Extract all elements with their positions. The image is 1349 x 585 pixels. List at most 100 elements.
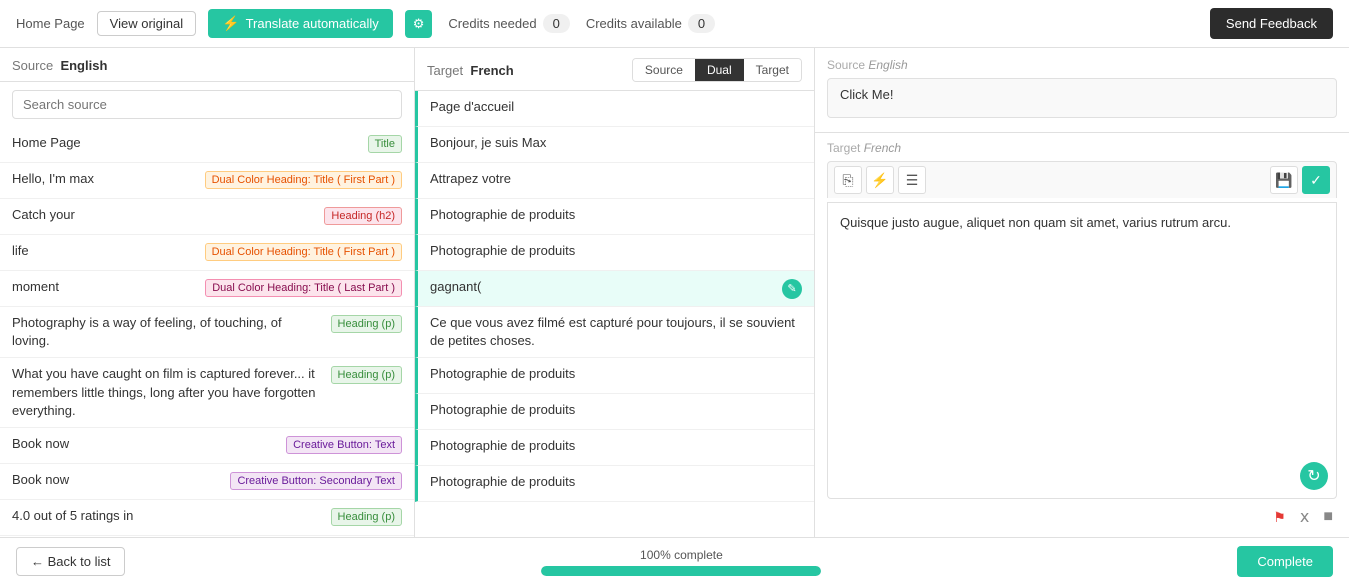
list-item[interactable]: MaxboomDual Color Heading: Title ( First… [0,536,414,537]
list-item[interactable]: Attrapez votre [415,163,814,199]
list-item[interactable]: moment Dual Color Heading: Title ( Last P… [0,271,414,307]
row-tag: Heading (p) [331,315,402,333]
list-item[interactable]: Photographie de produits [415,394,814,430]
row-tag: Dual Color Heading: Title ( First Part ) [205,243,402,261]
more-options-button[interactable]: ■ [1319,505,1337,529]
editor-source-label: Source English [827,58,1337,72]
complete-button[interactable]: Complete [1237,546,1333,577]
row-tag: Heading (h2) [324,207,402,225]
row-text: Catch your [12,206,316,224]
row-text: Home Page [12,134,360,152]
editor-content: Quisque justo augue, aliquet non quam si… [840,215,1231,230]
editor-target-label: Target French [827,133,1337,155]
save-editor-button[interactable]: 💾 [1270,166,1298,194]
list-item[interactable]: Book now Creative Button: Text [0,428,414,464]
list-item[interactable]: What you have caught on film is captured… [0,358,414,428]
send-feedback-button[interactable]: Send Feedback [1210,8,1333,39]
toolbar-left-group: ⎘ ⚡ ☰ [834,166,926,194]
list-item[interactable]: Photography is a way of feeling, of touc… [0,307,414,358]
search-input[interactable] [12,90,402,119]
source-panel-header: Source English [0,48,414,82]
list-item[interactable]: Page d'accueil [415,91,814,127]
list-item[interactable]: life Dual Color Heading: Title ( First Pa… [0,235,414,271]
row-tag: Heading (p) [331,366,402,384]
editor-toolbar: ⎘ ⚡ ☰ 💾 ✓ [827,161,1337,198]
bolt-icon: ⚡ [222,15,239,32]
row-tag: Heading (p) [331,508,402,526]
mid-row-text: Photographie de produits [430,365,802,383]
bolt-translate-button[interactable]: ⚡ [866,166,894,194]
mid-row-text: Ce que vous avez filmé est capturé pour … [430,314,802,350]
row-text: life [12,242,197,260]
toolbar-right-group: 💾 ✓ [1270,166,1330,194]
list-item[interactable]: Hello, I'm maxDual Color Heading: Title … [0,163,414,199]
edit-icon: ✎ [782,279,802,299]
target-panel-title: Target French [427,63,514,78]
mid-row-text: gagnant( [430,278,778,296]
refresh-button[interactable]: ↻ [1300,462,1328,490]
list-item[interactable]: Photographie de produits [415,199,814,235]
list-item[interactable]: Photographie de produits [415,358,814,394]
progress-bar-wrap [541,566,821,576]
target-panel-header: Target French Source Dual Target [415,48,814,91]
bottom-bar: ← Back to list 100% complete Complete [0,537,1349,585]
home-page-label: Home Page [16,16,85,31]
credits-available-section: Credits available 0 [586,14,715,33]
row-text: Book now [12,471,222,489]
list-button[interactable]: ☰ [898,166,926,194]
progress-bar-fill [541,566,821,576]
list-item[interactable]: gagnant(✎ [415,271,814,307]
list-item[interactable]: Photographie de produits [415,430,814,466]
list-item[interactable]: Ce que vous avez filmé est capturé pour … [415,307,814,358]
mid-row-text: Photographie de produits [430,473,802,491]
copy-button[interactable]: ⎘ [834,166,862,194]
main-layout: Source English Home Page Title Hello, I'm … [0,48,1349,537]
list-item[interactable]: Home Page Title [0,127,414,163]
row-tag: Dual Color Heading: Title ( First Part ) [205,171,402,189]
list-item[interactable]: Photographie de produits [415,466,814,502]
mid-row-text: Bonjour, je suis Max [430,134,802,152]
list-item[interactable]: Catch your Heading (h2) [0,199,414,235]
target-panel: Target French Source Dual Target Page d'… [415,48,815,537]
credits-needed-value: 0 [543,14,570,33]
back-to-list-button[interactable]: ← Back to list [16,547,125,576]
editor-footer-toolbar: ⚑ ⅹ ■ [827,499,1337,529]
confirm-editor-button[interactable]: ✓ [1302,166,1330,194]
flag-button[interactable]: ⚑ [1269,505,1290,529]
row-text: Book now [12,435,278,453]
progress-label: 100% complete [640,548,723,562]
translate-icon-button[interactable]: ⅹ [1296,505,1313,529]
credits-needed-section: Credits needed 0 [448,14,569,33]
list-item[interactable]: Book now Creative Button: Secondary Text [0,464,414,500]
toggle-dual-button[interactable]: Dual [695,59,744,81]
view-original-button[interactable]: View original [97,11,196,36]
mid-row-text: Photographie de produits [430,206,802,224]
editor-text-area: Quisque justo augue, aliquet non quam si… [827,202,1337,499]
row-tag: Creative Button: Text [286,436,402,454]
row-tag: Dual Color Heading: Title ( Last Part ) [205,279,402,297]
row-tag: Creative Button: Secondary Text [230,472,402,490]
target-rows: Page d'accueil Bonjour, je suis Max Attrap… [415,91,814,537]
row-tag: Title [368,135,402,153]
row-text: moment [12,278,197,296]
progress-section: 100% complete [141,548,1221,576]
list-item[interactable]: Photographie de produits [415,235,814,271]
toggle-source-button[interactable]: Source [633,59,695,81]
credits-available-label: Credits available [586,16,682,31]
settings-button[interactable]: ⚙ [405,10,433,38]
row-text: 4.0 out of 5 ratings in [12,507,323,525]
list-item[interactable]: 4.0 out of 5 ratings in Heading (p) [0,500,414,536]
search-box [12,90,402,119]
editor-source-section: Source English Click Me! [815,48,1349,133]
mid-row-text: Page d'accueil [430,98,802,116]
toggle-target-button[interactable]: Target [744,59,801,81]
editor-target-area: Target French ⎘ ⚡ ☰ 💾 ✓ Quisque justo au… [815,133,1349,537]
source-panel-title: Source English [12,58,107,73]
source-content-box: Click Me! [827,78,1337,118]
translate-automatically-button[interactable]: ⚡ Translate automatically [208,9,393,38]
view-toggle-group: Source Dual Target [632,58,802,82]
list-item[interactable]: Bonjour, je suis Max [415,127,814,163]
mid-row-text: Attrapez votre [430,170,802,188]
top-bar: Home Page View original ⚡ Translate auto… [0,0,1349,48]
mid-row-text: Photographie de produits [430,437,802,455]
